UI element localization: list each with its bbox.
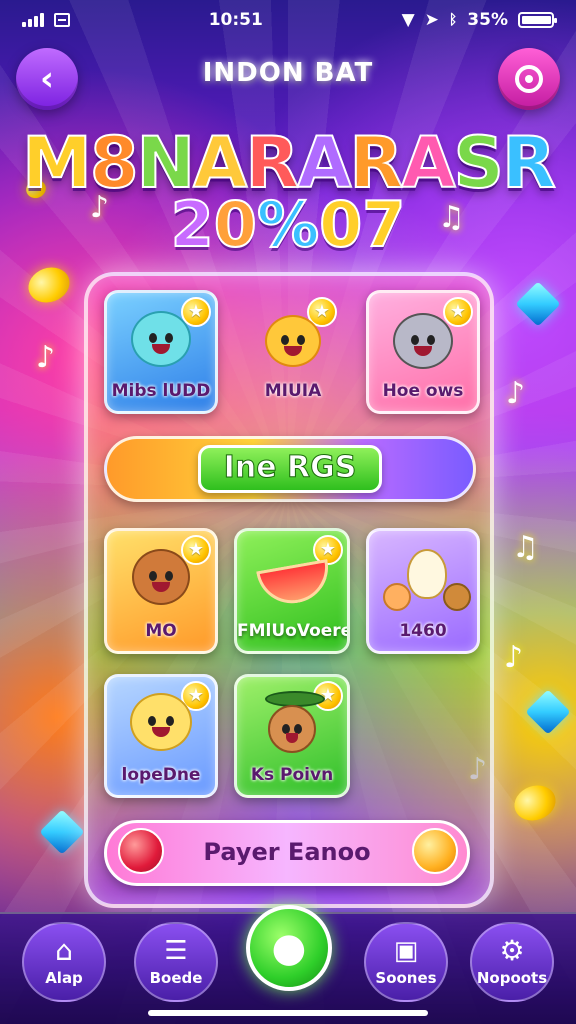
play-icon: ●	[271, 925, 307, 971]
gem-icon	[525, 689, 571, 735]
home-icon: ⌂	[55, 934, 73, 967]
settings-icon	[515, 65, 543, 93]
logo-letter: %	[256, 187, 320, 262]
coin-icon	[23, 261, 75, 309]
logo-letter: 0	[213, 187, 258, 262]
bluetooth-icon: ᛒ	[448, 12, 458, 28]
logo-letter: 2	[170, 187, 215, 262]
gem-icon	[515, 281, 561, 327]
battery-icon	[518, 12, 557, 28]
orange-icon	[412, 828, 458, 874]
settings-button[interactable]	[498, 48, 560, 110]
signal-icon	[22, 13, 44, 27]
gear-icon: ⚙	[499, 934, 525, 967]
creature-icon	[383, 583, 411, 611]
star-icon: ★	[181, 535, 211, 565]
creature-icon	[393, 313, 453, 369]
star-icon: ★	[443, 297, 473, 327]
music-note-icon: ♫	[512, 530, 539, 565]
level-card-label: FMlUoVoere	[237, 621, 350, 641]
play-button[interactable]: ●	[246, 905, 332, 991]
level-card[interactable]: ★ MIUIA	[236, 290, 350, 414]
level-card[interactable]: ★ Hoe ows	[366, 290, 480, 414]
wifi-icon: ▼	[401, 10, 415, 30]
creature-icon	[268, 705, 316, 753]
featured-play-button[interactable]: Ine RGS	[198, 445, 382, 493]
status-time: 10:51	[208, 10, 263, 30]
fruit-slice-icon	[256, 559, 334, 609]
featured-play-label: Ine RGS	[223, 450, 357, 486]
creature-icon	[265, 315, 321, 367]
level-card[interactable]: ★ MO	[104, 528, 218, 654]
creature-icon	[407, 549, 447, 599]
coin-icon	[509, 779, 561, 827]
nav-item-label: Nopoots	[476, 969, 548, 987]
home-indicator[interactable]	[148, 1010, 428, 1016]
creature-icon	[130, 693, 192, 751]
status-bar: 10:51 ▼ ➤ ᛒ 35%	[0, 0, 576, 40]
game-logo-year: 20%07	[0, 187, 576, 262]
creature-icon	[131, 311, 191, 367]
nav-item-scores[interactable]: ▣ Soones	[364, 922, 448, 1002]
gem-icon	[39, 809, 85, 855]
level-card-label: Ks Poivn	[250, 765, 334, 785]
music-note-icon: ♪	[506, 376, 526, 411]
level-card-label: Hoe ows	[382, 381, 464, 401]
sim-icon	[54, 13, 70, 27]
music-note-icon: ♪	[36, 340, 56, 375]
location-icon: ➤	[424, 10, 439, 30]
nav-item-settings[interactable]: ⚙ Nopoots	[470, 922, 554, 1002]
level-card[interactable]: ★ Ks Poivn	[234, 674, 350, 798]
level-card-label: MIUIA	[264, 381, 322, 401]
creature-icon	[443, 583, 471, 611]
creature-icon	[132, 549, 190, 605]
logo-letter: 0	[318, 187, 363, 262]
nav-item-label: Alap	[45, 969, 83, 987]
nav-item-home[interactable]: ⌂ Alap	[22, 922, 106, 1002]
logo-letter: 7	[361, 187, 406, 262]
level-card-label: Mibs lUDD	[111, 381, 211, 401]
bag-icon: ▣	[393, 936, 419, 966]
level-card[interactable]: ★ 1460	[366, 528, 480, 654]
battery-percent: 35%	[467, 10, 508, 30]
level-card-label: 1460	[399, 621, 447, 641]
level-card-label: lopeDne	[121, 765, 201, 785]
level-card[interactable]: ★ FMlUoVoere	[234, 528, 350, 654]
level-card[interactable]: ★ lopeDne	[104, 674, 218, 798]
level-card[interactable]: ★ Mibs lUDD	[104, 290, 218, 414]
list-icon: ☰	[164, 936, 188, 966]
nav-item-label: Soones	[375, 969, 437, 987]
music-note-icon: ♪	[504, 640, 524, 675]
header-title: INDON BAT	[202, 58, 374, 88]
nav-item-label: Boede	[149, 969, 203, 987]
level-card-label: MO	[145, 621, 177, 641]
nav-item-boards[interactable]: ☰ Boede	[134, 922, 218, 1002]
